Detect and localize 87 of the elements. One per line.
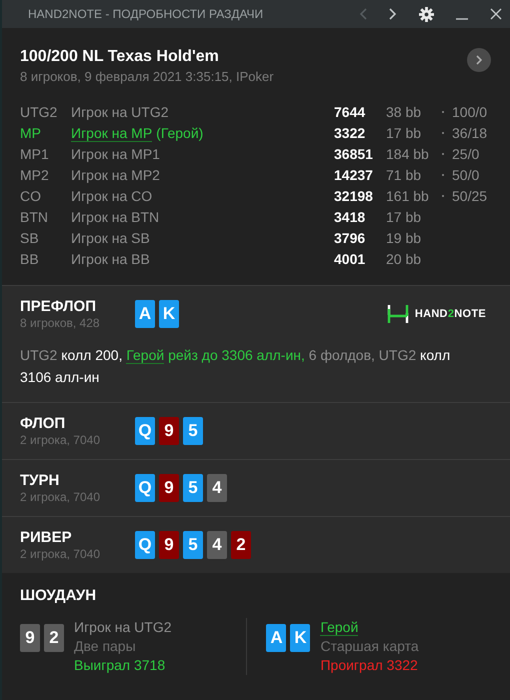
player-name[interactable]: Герой: [320, 619, 358, 636]
stack-amount: 3322: [334, 124, 366, 140]
position-label: BTN: [20, 208, 49, 224]
player-name: Игрок на BB: [71, 250, 150, 266]
hand-combination: Две пары: [74, 637, 137, 656]
player-name: Игрок на MP1: [71, 146, 160, 162]
logo-icon: [386, 303, 409, 325]
stack-amount: 36851: [334, 146, 374, 162]
playing-card: A: [135, 300, 155, 328]
street-name: ТУРН: [20, 472, 60, 489]
stack-amount: 3796: [334, 230, 366, 246]
player-name: Игрок на BTN: [71, 208, 160, 224]
stack-bb: 184 bb: [386, 146, 430, 162]
settings-icon[interactable]: [419, 6, 434, 22]
player-name: Игрок на SB: [71, 230, 150, 246]
stack-bb: 17 bb: [386, 124, 422, 140]
hand-result: Выиграл 3718: [74, 656, 166, 675]
hand-result: Проиграл 3322: [320, 656, 419, 675]
hand-subtitle: 8 игроков, 9 февраля 2021 3:35:15, IPoker: [20, 69, 274, 84]
playing-card: 4: [207, 474, 227, 502]
hero-label: (Герой): [156, 124, 204, 140]
playing-card: 9: [159, 474, 179, 502]
separator-dot: [442, 132, 444, 134]
showdown-title: ШОУДАУН: [20, 587, 98, 604]
action-summary: UTG2 колл 200, Герой рейз до 3306 алл-ин, 6 фолдов, UTG2 колл 3106 алл-ин: [20, 346, 452, 387]
separator-dot: [442, 110, 444, 112]
street-info: 2 игрока, 7040: [20, 547, 101, 561]
logo-text: HAND2NOTE: [414, 308, 486, 320]
player-name: Игрок на UTG2: [74, 619, 172, 635]
position-label: BB: [20, 250, 40, 266]
stack-amount: 4001: [334, 250, 366, 266]
chevron-right-icon: [476, 55, 482, 65]
stack-amount: 32198: [334, 188, 374, 204]
position-label: MP: [20, 124, 42, 140]
playing-card: 5: [183, 531, 203, 559]
stack-bb: 71 bb: [386, 166, 422, 182]
player-stats: 25/0: [452, 146, 480, 162]
playing-card: A: [266, 624, 286, 652]
street-info: 8 игроков, 428: [20, 316, 101, 330]
player-name: Игрок на UTG2: [71, 104, 169, 120]
street-name: РИВЕР: [20, 529, 73, 546]
forward-icon[interactable]: [389, 8, 397, 20]
player-stats: 50/25: [452, 188, 488, 204]
playing-card: 5: [183, 474, 203, 502]
player-name: Игрок на MP2: [71, 166, 160, 182]
playing-card: Q: [135, 531, 155, 559]
stack-bb: 38 bb: [386, 104, 422, 120]
player-stats: 50/0: [452, 166, 480, 182]
playing-card: 9: [159, 417, 179, 445]
separator-dot: [442, 152, 444, 154]
position-label: UTG2: [20, 104, 58, 120]
close-icon[interactable]: [490, 8, 502, 20]
stack-bb: 17 bb: [386, 208, 422, 224]
position-label: MP2: [20, 166, 50, 182]
street-info: 2 игрока, 7040: [20, 433, 101, 447]
next-hand-button[interactable]: [467, 48, 491, 72]
playing-card: 2: [231, 531, 251, 559]
playing-card: 4: [207, 531, 227, 559]
street-name: ФЛОП: [20, 415, 66, 432]
playing-card: 9: [159, 531, 179, 559]
player-name[interactable]: Игрок на MP: [71, 124, 152, 142]
stack-amount: 14237: [334, 166, 374, 182]
separator-dot: [442, 194, 444, 196]
playing-card: 9: [20, 624, 40, 652]
street-info: 2 игрока, 7040: [20, 490, 101, 504]
stack-amount: 3418: [334, 208, 366, 224]
position-label: CO: [20, 188, 42, 204]
stack-bb: 19 bb: [386, 230, 422, 246]
street-name: ПРЕФЛОП: [20, 298, 97, 315]
player-name: Игрок на CO: [71, 188, 152, 204]
hand-combination: Старшая карта: [320, 637, 419, 656]
playing-card: K: [159, 300, 179, 328]
playing-card: K: [290, 624, 310, 652]
playing-card: Q: [135, 474, 155, 502]
player-stats: 100/0: [452, 104, 488, 120]
stack-bb: 161 bb: [386, 188, 430, 204]
playing-card: 5: [183, 417, 203, 445]
position-label: SB: [20, 230, 40, 246]
stack-bb: 20 bb: [386, 250, 422, 266]
hand-title: 100/200 NL Texas Hold'em: [20, 48, 220, 66]
position-label: MP1: [20, 146, 50, 162]
playing-card: 2: [44, 624, 64, 652]
separator-dot: [442, 174, 444, 176]
player-stats: 36/18: [452, 124, 488, 140]
playing-card: Q: [135, 417, 155, 445]
window-title: HAND2NOTE - ПОДРОБНОСТИ РАЗДАЧИ: [28, 7, 264, 21]
stack-amount: 7644: [334, 104, 366, 120]
